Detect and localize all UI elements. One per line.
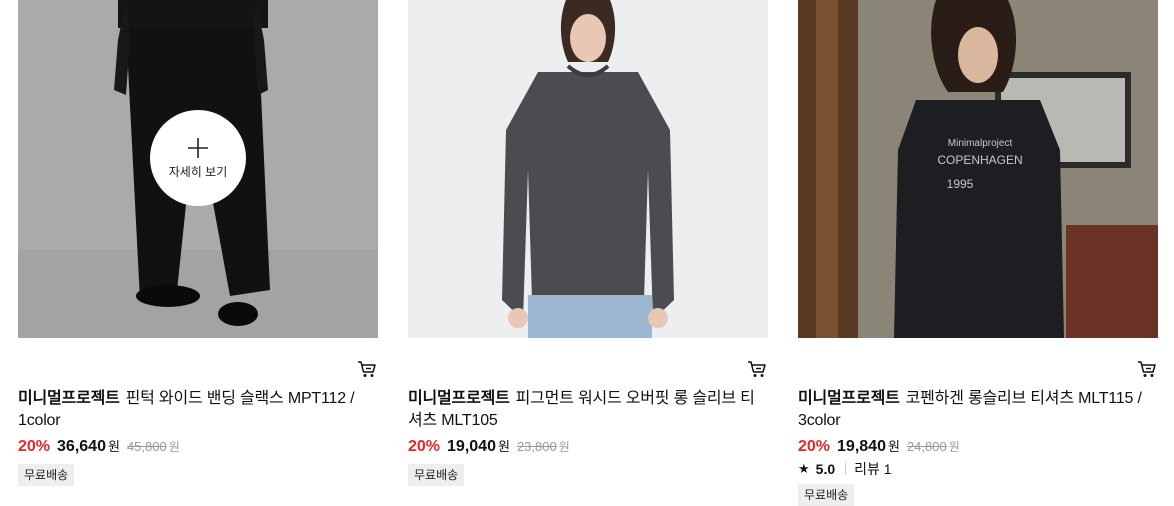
brand-name[interactable]: 미니멀프로젝트 [408, 390, 510, 407]
sale-price: 19,840 [837, 438, 886, 455]
brand-name[interactable]: 미니멀프로젝트 [18, 390, 120, 407]
free-shipping-badge: 무료배송 [798, 484, 855, 506]
shirt-print-line2: COPENHAGEN [937, 153, 1022, 167]
product-image[interactable] [408, 0, 768, 338]
view-detail-button[interactable]: 자세히 보기 [150, 110, 246, 206]
currency-label: 원 [887, 439, 900, 454]
brand-name[interactable]: 미니멀프로젝트 [798, 390, 900, 407]
review-count: 1 [883, 461, 892, 477]
price-row: 20% 36,640 원 45,800 원 [18, 436, 378, 458]
discount-rate: 20% [18, 438, 51, 455]
original-currency-label: 원 [168, 440, 180, 454]
product-card[interactable]: 자세히 보기 미니멀프로젝트 핀턱 와이드 밴딩 슬랙스 MPT112 / 1co… [18, 0, 378, 486]
shirt-print-line1: Minimalproject [948, 138, 1013, 149]
free-shipping-badge: 무료배송 [18, 464, 75, 486]
sale-price: 36,640 [57, 438, 106, 455]
discount-rate: 20% [798, 438, 831, 455]
view-detail-label: 자세히 보기 [168, 164, 228, 179]
review-label: 리뷰 [854, 461, 880, 477]
product-card[interactable]: Minimalproject COPENHAGEN 1995 미니멀프로젝트 코펜… [798, 0, 1158, 506]
original-price: 24,800 [906, 439, 947, 454]
free-shipping-badge: 무료배송 [408, 464, 465, 486]
currency-label: 원 [497, 439, 510, 454]
original-currency-label: 원 [558, 440, 570, 454]
rating-score: 5.0 [815, 461, 836, 477]
shirt-print-line3: 1995 [947, 177, 974, 191]
cart-icon[interactable] [356, 358, 378, 380]
original-price: 45,800 [126, 439, 167, 454]
product-title[interactable]: 미니멀프로젝트 핀턱 와이드 밴딩 슬랙스 MPT112 / 1color [18, 388, 378, 432]
currency-label: 원 [107, 439, 120, 454]
price-row: 20% 19,040 원 23,800 원 [408, 436, 768, 458]
discount-rate: 20% [408, 438, 441, 455]
divider [845, 463, 847, 475]
product-image[interactable]: Minimalproject COPENHAGEN 1995 [798, 0, 1158, 338]
rating-row: ★ 5.0 리뷰 1 [798, 460, 1158, 478]
price-row: 20% 19,840 원 24,800 원 [798, 436, 1158, 458]
product-title[interactable]: 미니멀프로젝트 피그먼트 워시드 오버핏 롱 슬리브 티셔츠 MLT105 [408, 388, 768, 432]
product-photo-longsleeve [408, 0, 768, 338]
star-icon: ★ [798, 461, 810, 476]
cart-icon[interactable] [1136, 358, 1158, 380]
original-price: 23,800 [516, 439, 557, 454]
product-title[interactable]: 미니멀프로젝트 코펜하겐 롱슬리브 티셔츠 MLT115 / 3color [798, 388, 1158, 432]
product-photo-copenhagen-tee: Minimalproject COPENHAGEN 1995 [798, 0, 1158, 338]
original-currency-label: 원 [948, 440, 960, 454]
product-card[interactable]: 미니멀프로젝트 피그먼트 워시드 오버핏 롱 슬리브 티셔츠 MLT105 20%… [408, 0, 768, 486]
product-image[interactable]: 자세히 보기 [18, 0, 378, 338]
cart-icon[interactable] [746, 358, 768, 380]
plus-icon [188, 137, 208, 158]
sale-price: 19,040 [447, 438, 496, 455]
